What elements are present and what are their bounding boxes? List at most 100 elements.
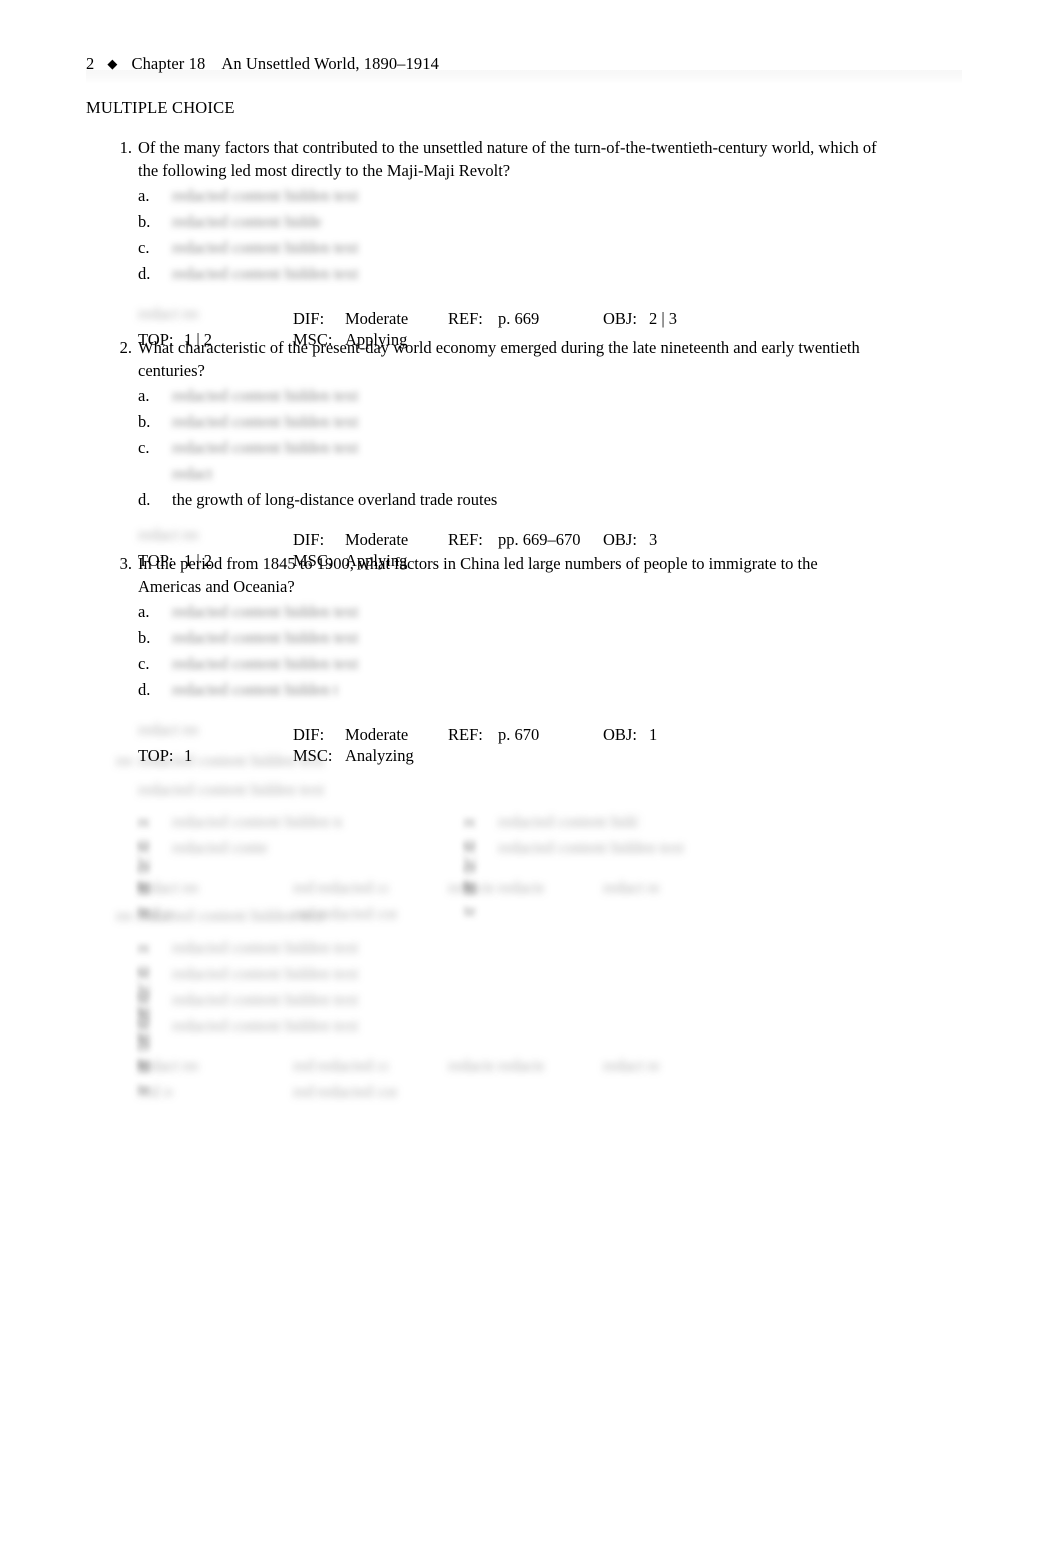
- page-number: 2: [86, 54, 95, 73]
- section-heading: MULTIPLE CHOICE: [86, 98, 235, 117]
- redacted-text: redacted content hidden text: [647, 1056, 660, 1075]
- redacted-text: redacted content hidden text: [138, 304, 178, 323]
- answer-option[interactable]: b. redacted content hidden text: [138, 211, 1062, 237]
- answer-option[interactable]: d. the growth of long-distance overland t…: [138, 489, 1062, 510]
- answer-option[interactable]: b. redacted content hidden text: [138, 627, 1062, 653]
- answer-option[interactable]: a. redacted content hidden text: [138, 185, 1062, 211]
- redacted-text: redacted content hidden text: [172, 680, 337, 699]
- difficulty-value: Moderate: [345, 309, 409, 328]
- redacted-text: redacted content hidden text: [182, 304, 198, 323]
- answer-option[interactable]: redacted content hidden text redacted con…: [138, 963, 1062, 1046]
- answer-option[interactable]: a. redacted content hidden text: [138, 601, 1062, 627]
- question-number: redacted content hidden text: [110, 905, 132, 934]
- difficulty-field-key: DIF:: [293, 725, 325, 744]
- objective-field: redacted content hidden text redacted co…: [603, 877, 1062, 903]
- difficulty-field: redacted content hidden text redacted co…: [293, 1055, 448, 1081]
- question-number: 3.: [119, 554, 132, 573]
- answer-option[interactable]: redacted content hidden textredacted con…: [138, 837, 464, 920]
- reference-field: REF: p. 669: [448, 308, 603, 329]
- option-letter: c.: [138, 438, 150, 457]
- answer-option[interactable]: c. redacted content hidden text: [138, 237, 1062, 263]
- reference-field-key: REF:: [448, 725, 483, 744]
- redacted-text: redacted content hidden text: [138, 751, 325, 770]
- topic-field: redacted content hidden text redacted co…: [138, 1081, 293, 1107]
- objective-field-key: OBJ:: [603, 309, 637, 328]
- reference-field-key: REF:: [448, 530, 483, 549]
- redacted-text: redacted content hidden text: [293, 1056, 313, 1075]
- question-block: 3. In the period from 1845 to 1900, what …: [0, 553, 1062, 766]
- redacted-text: redacted content hidden text: [498, 838, 683, 857]
- answer-field: redacted content hidden text redacted co…: [138, 524, 293, 550]
- redacted-text: redacted content hidden text: [172, 386, 359, 405]
- answer-options: a. redacted content hidden text b. redacted…: [0, 385, 1062, 510]
- answer-field: redacted content hidden text redacted co…: [138, 877, 293, 903]
- redacted-text: redacted content hidden text: [172, 812, 342, 831]
- redacted-text: redacted content hidden text: [138, 1082, 160, 1101]
- option-text: the growth of long-distance overland tra…: [172, 490, 498, 509]
- answer-option[interactable]: c. redacted content hidden text redacted c…: [138, 437, 1062, 489]
- objective-field-key: OBJ:: [603, 530, 637, 549]
- difficulty-field-key: DIF:: [293, 530, 325, 549]
- redacted-text: redacted content hidden text: [116, 906, 132, 925]
- redacted-text: redacted content hidden text: [138, 525, 178, 544]
- redacted-text: redacted content hidden text: [172, 990, 359, 1009]
- metadata-row: redacted content hidden text redacted co…: [138, 877, 1062, 903]
- question-number: 2.: [119, 338, 132, 357]
- redacted-text: redacted content hidden text: [172, 264, 359, 283]
- metadata-row: redacted content hidden text redacted co…: [138, 1081, 1062, 1107]
- option-letter: a.: [138, 186, 150, 205]
- redacted-text: redacted content hidden text: [293, 878, 313, 897]
- redacted-text: redacted content hidden text: [172, 628, 359, 647]
- chapter-label: Chapter 18: [131, 54, 206, 73]
- question-stem-text: redacted content hidden text: [138, 905, 878, 934]
- redacted-text: redacted content hidden text: [603, 878, 643, 897]
- metadata-row: redacted content hidden text redacted co…: [138, 303, 1062, 329]
- metadata-row: redacted content hidden text redacted co…: [138, 524, 1062, 550]
- reference-field: REF: p. 670: [448, 724, 603, 745]
- redacted-text: redacted content hidden text: [138, 878, 178, 897]
- answer-field: redacted content hidden text redacted co…: [138, 303, 293, 329]
- reference-value: pp. 669–670: [498, 530, 581, 549]
- redacted-text: redacted content hidden text: [138, 1056, 178, 1075]
- difficulty-field: DIF: Moderate: [293, 308, 448, 329]
- answer-option[interactable]: a. redacted content hidden text: [138, 385, 1062, 411]
- answer-option[interactable]: d. redacted content hidden text: [138, 263, 1062, 289]
- redacted-text: redacted content hidden text: [172, 412, 359, 431]
- redacted-text: redacted content hidden text: [182, 878, 198, 897]
- redacted-text: redacted content hidden text: [164, 1082, 172, 1101]
- question-block: 2. What characteristic of the present-day…: [0, 337, 1062, 571]
- redacted-text: redacted content hidden text: [172, 964, 359, 983]
- objective-field: OBJ: 3: [603, 529, 1062, 550]
- option-letter: a.: [138, 386, 150, 405]
- answer-option[interactable]: b. redacted content hidden text: [138, 411, 1062, 437]
- redacted-text: redacted content hidden text: [172, 186, 359, 205]
- reference-value: p. 669: [498, 309, 540, 328]
- redacted-text: redacted content hidden text: [317, 878, 390, 897]
- answer-option[interactable]: redacted content hidden text redacted con…: [464, 811, 1062, 894]
- redacted-text: redacted content hidden text: [448, 1056, 494, 1075]
- objective-value: 3: [649, 530, 658, 549]
- answer-option[interactable]: redacted content hidden text redacted con…: [138, 937, 1062, 1020]
- redacted-text: redacted content hidden text: [172, 212, 322, 231]
- answer-option[interactable]: redacted content hidden textredacted con…: [138, 811, 464, 894]
- answer-option[interactable]: redacted content hidden textredacted con…: [138, 1015, 1062, 1098]
- answer-option[interactable]: redacted content hidden text redacted con…: [138, 989, 1062, 1072]
- answer-option[interactable]: c. redacted content hidden text: [138, 653, 1062, 679]
- question-number: 1.: [119, 138, 132, 157]
- redacted-text: redacted content hidden text: [138, 906, 325, 925]
- question-stem-text: What characteristic of the present-day w…: [138, 338, 860, 380]
- answer-option[interactable]: d. redacted content hidden text: [138, 679, 1062, 705]
- redacted-text: redacted content hidden text: [172, 464, 212, 483]
- question-block: redacted content hidden textredacted con…: [0, 750, 1062, 929]
- option-letter: d.: [138, 264, 151, 283]
- option-letter: c.: [138, 238, 150, 257]
- redacted-text: redacted content hidden text: [172, 838, 267, 857]
- redacted-text: redacted content hidden text: [172, 602, 359, 621]
- redacted-text: redacted content hidden text: [172, 1016, 359, 1035]
- answer-option[interactable]: redacted content hidden textredacted con…: [464, 837, 1062, 920]
- redacted-text: redacted content hidden text: [172, 938, 359, 957]
- answer-field: redacted content hidden text redacted co…: [138, 719, 293, 745]
- difficulty-value: Moderate: [345, 725, 409, 744]
- objective-value: 2 | 3: [649, 309, 678, 328]
- difficulty-field: DIF: Moderate: [293, 724, 448, 745]
